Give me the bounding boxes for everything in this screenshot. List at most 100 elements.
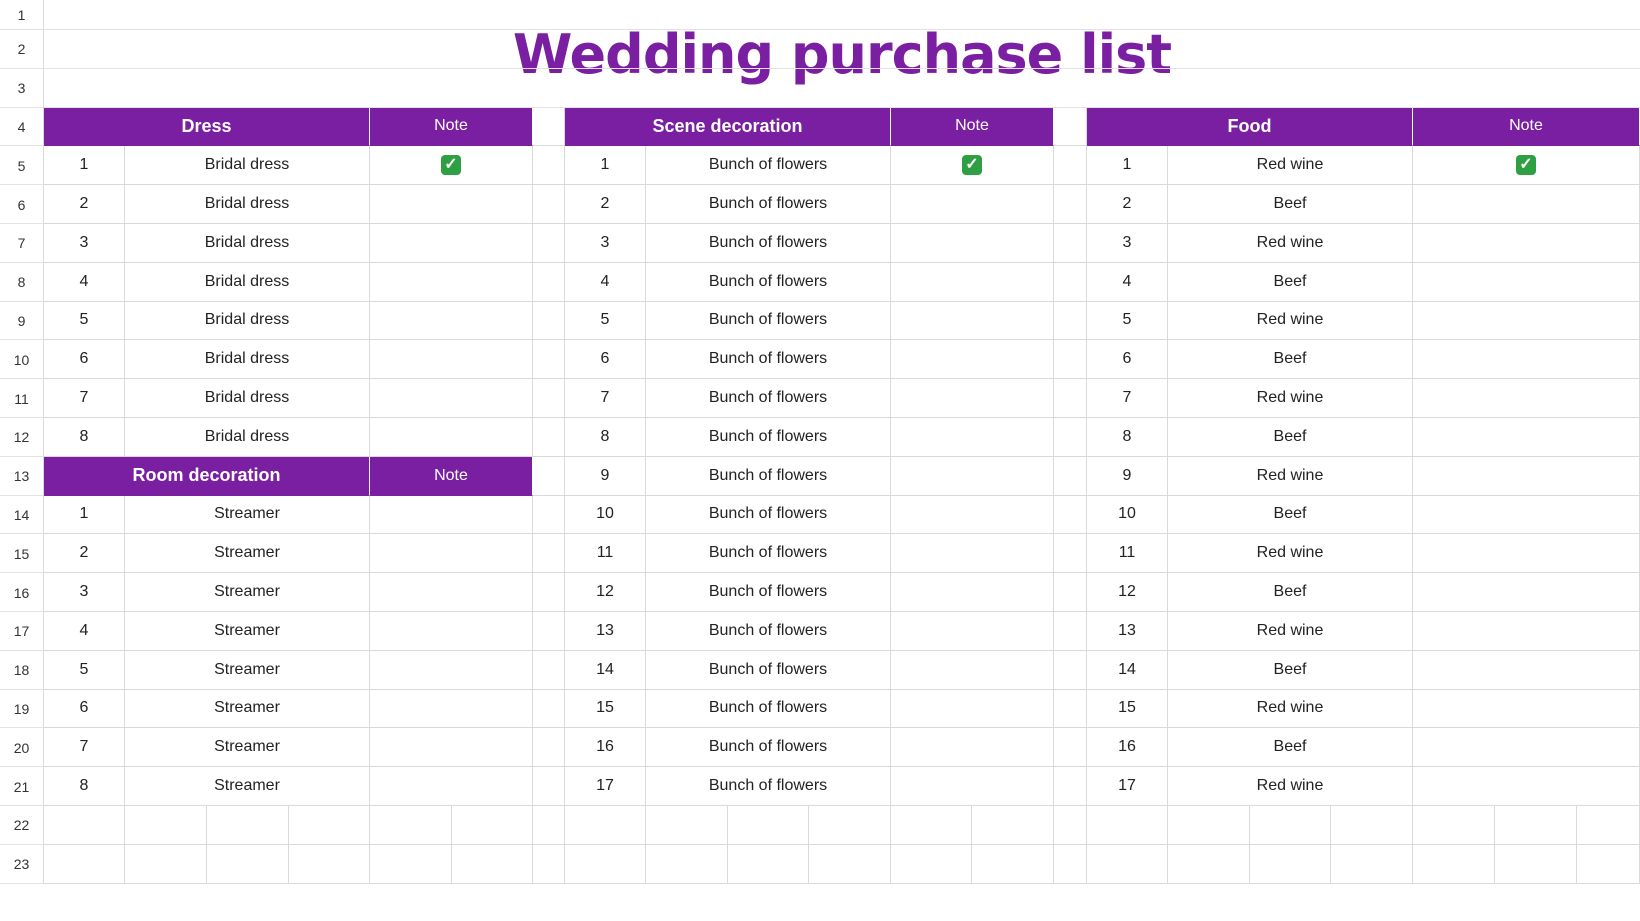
room-decoration-row-note[interactable] [370, 534, 533, 574]
scene-decoration-row-number[interactable]: 3 [565, 224, 646, 263]
room-decoration-row-item[interactable]: Streamer [125, 650, 370, 690]
row-header[interactable]: 21 [0, 767, 44, 806]
row-header[interactable]: 23 [0, 844, 44, 884]
scene-decoration-row-note[interactable] [891, 495, 1054, 535]
dress-row-note[interactable] [370, 418, 533, 457]
empty-cell[interactable] [1054, 728, 1087, 768]
scene-decoration-header[interactable]: Scene decoration [565, 107, 891, 147]
food-row-note[interactable] [1413, 728, 1640, 768]
scene-decoration-row-number[interactable]: 10 [565, 495, 646, 535]
food-row-item[interactable]: Red wine [1168, 456, 1413, 496]
food-row-number[interactable]: 7 [1087, 379, 1168, 418]
empty-cell[interactable] [533, 495, 565, 535]
scene-decoration-row-item[interactable]: Bunch of flowers [646, 534, 891, 574]
row-header[interactable]: 3 [0, 68, 44, 108]
room-decoration-row-number[interactable]: 8 [44, 767, 125, 806]
room-decoration-note-header[interactable]: Note [370, 456, 533, 496]
empty-cell[interactable] [1054, 495, 1087, 535]
scene-decoration-row-item[interactable]: Bunch of flowers [646, 689, 891, 729]
food-row-number[interactable]: 2 [1087, 185, 1168, 224]
scene-decoration-row-note[interactable] [891, 534, 1054, 574]
empty-cell[interactable] [533, 146, 565, 186]
scene-decoration-row-note[interactable] [891, 379, 1054, 418]
empty-cell[interactable] [1054, 107, 1087, 147]
row-header[interactable]: 5 [0, 146, 44, 186]
empty-cell[interactable] [1054, 573, 1087, 612]
empty-cell[interactable] [646, 806, 728, 845]
scene-decoration-row-number[interactable]: 4 [565, 262, 646, 302]
empty-cell[interactable] [533, 650, 565, 690]
scene-decoration-row-item[interactable]: Bunch of flowers [646, 495, 891, 535]
scene-decoration-row-number[interactable]: 13 [565, 612, 646, 651]
room-decoration-row-number[interactable]: 1 [44, 495, 125, 535]
scene-decoration-row-item[interactable]: Bunch of flowers [646, 224, 891, 263]
food-header[interactable]: Food [1087, 107, 1413, 147]
food-row-note[interactable]: ✓ [1413, 146, 1640, 186]
dress-row-item[interactable]: Bridal dress [125, 185, 370, 224]
scene-decoration-row-item[interactable]: Bunch of flowers [646, 728, 891, 768]
room-decoration-row-note[interactable] [370, 689, 533, 729]
empty-cell[interactable] [891, 844, 972, 884]
room-decoration-row-number[interactable]: 7 [44, 728, 125, 768]
food-row-note[interactable] [1413, 612, 1640, 651]
empty-cell[interactable] [1054, 844, 1087, 884]
scene-decoration-row-number[interactable]: 6 [565, 340, 646, 380]
room-decoration-row-note[interactable] [370, 573, 533, 612]
row-header[interactable]: 9 [0, 301, 44, 341]
scene-decoration-row-note[interactable] [891, 185, 1054, 224]
dress-row-number[interactable]: 7 [44, 379, 125, 418]
scene-decoration-row-item[interactable]: Bunch of flowers [646, 767, 891, 806]
dress-row-note[interactable]: ✓ [370, 146, 533, 186]
row-header[interactable]: 12 [0, 418, 44, 457]
row-header[interactable]: 6 [0, 185, 44, 224]
food-row-number[interactable]: 15 [1087, 689, 1168, 729]
empty-cell[interactable] [125, 844, 207, 884]
dress-note-header[interactable]: Note [370, 107, 533, 147]
scene-decoration-row-number[interactable]: 5 [565, 301, 646, 341]
scene-decoration-row-item[interactable]: Bunch of flowers [646, 262, 891, 302]
scene-decoration-row-item[interactable]: Bunch of flowers [646, 650, 891, 690]
room-decoration-row-note[interactable] [370, 767, 533, 806]
row-header[interactable]: 16 [0, 573, 44, 612]
scene-decoration-row-note[interactable] [891, 728, 1054, 768]
row-header[interactable]: 1 [0, 0, 44, 30]
food-row-item[interactable]: Beef [1168, 262, 1413, 302]
dress-header[interactable]: Dress [44, 107, 370, 147]
food-row-note[interactable] [1413, 418, 1640, 457]
food-row-note[interactable] [1413, 224, 1640, 263]
scene-decoration-row-note[interactable] [891, 262, 1054, 302]
room-decoration-row-item[interactable]: Streamer [125, 612, 370, 651]
row-header[interactable]: 17 [0, 612, 44, 651]
food-row-number[interactable]: 16 [1087, 728, 1168, 768]
empty-cell[interactable] [1054, 185, 1087, 224]
food-row-item[interactable]: Red wine [1168, 612, 1413, 651]
room-decoration-row-number[interactable]: 2 [44, 534, 125, 574]
empty-cell[interactable] [1054, 340, 1087, 380]
dress-row-number[interactable]: 3 [44, 224, 125, 263]
dress-row-number[interactable]: 8 [44, 418, 125, 457]
empty-cell[interactable] [533, 573, 565, 612]
food-row-item[interactable]: Beef [1168, 495, 1413, 535]
food-row-item[interactable]: Beef [1168, 728, 1413, 768]
empty-cell[interactable] [533, 806, 565, 845]
empty-cell[interactable] [452, 844, 533, 884]
scene-decoration-row-number[interactable]: 16 [565, 728, 646, 768]
food-row-note[interactable] [1413, 650, 1640, 690]
scene-decoration-row-note[interactable] [891, 301, 1054, 341]
empty-cell[interactable] [289, 806, 370, 845]
food-row-note[interactable] [1413, 379, 1640, 418]
room-decoration-row-note[interactable] [370, 612, 533, 651]
food-row-number[interactable]: 9 [1087, 456, 1168, 496]
dress-row-number[interactable]: 5 [44, 301, 125, 341]
food-row-number[interactable]: 8 [1087, 418, 1168, 457]
scene-decoration-row-note[interactable] [891, 418, 1054, 457]
empty-cell[interactable] [533, 224, 565, 263]
food-row-note[interactable] [1413, 185, 1640, 224]
food-row-number[interactable]: 11 [1087, 534, 1168, 574]
dress-row-item[interactable]: Bridal dress [125, 301, 370, 341]
scene-decoration-row-item[interactable]: Bunch of flowers [646, 418, 891, 457]
dress-row-note[interactable] [370, 185, 533, 224]
empty-cell[interactable] [533, 456, 565, 496]
room-decoration-row-item[interactable]: Streamer [125, 573, 370, 612]
food-row-number[interactable]: 4 [1087, 262, 1168, 302]
